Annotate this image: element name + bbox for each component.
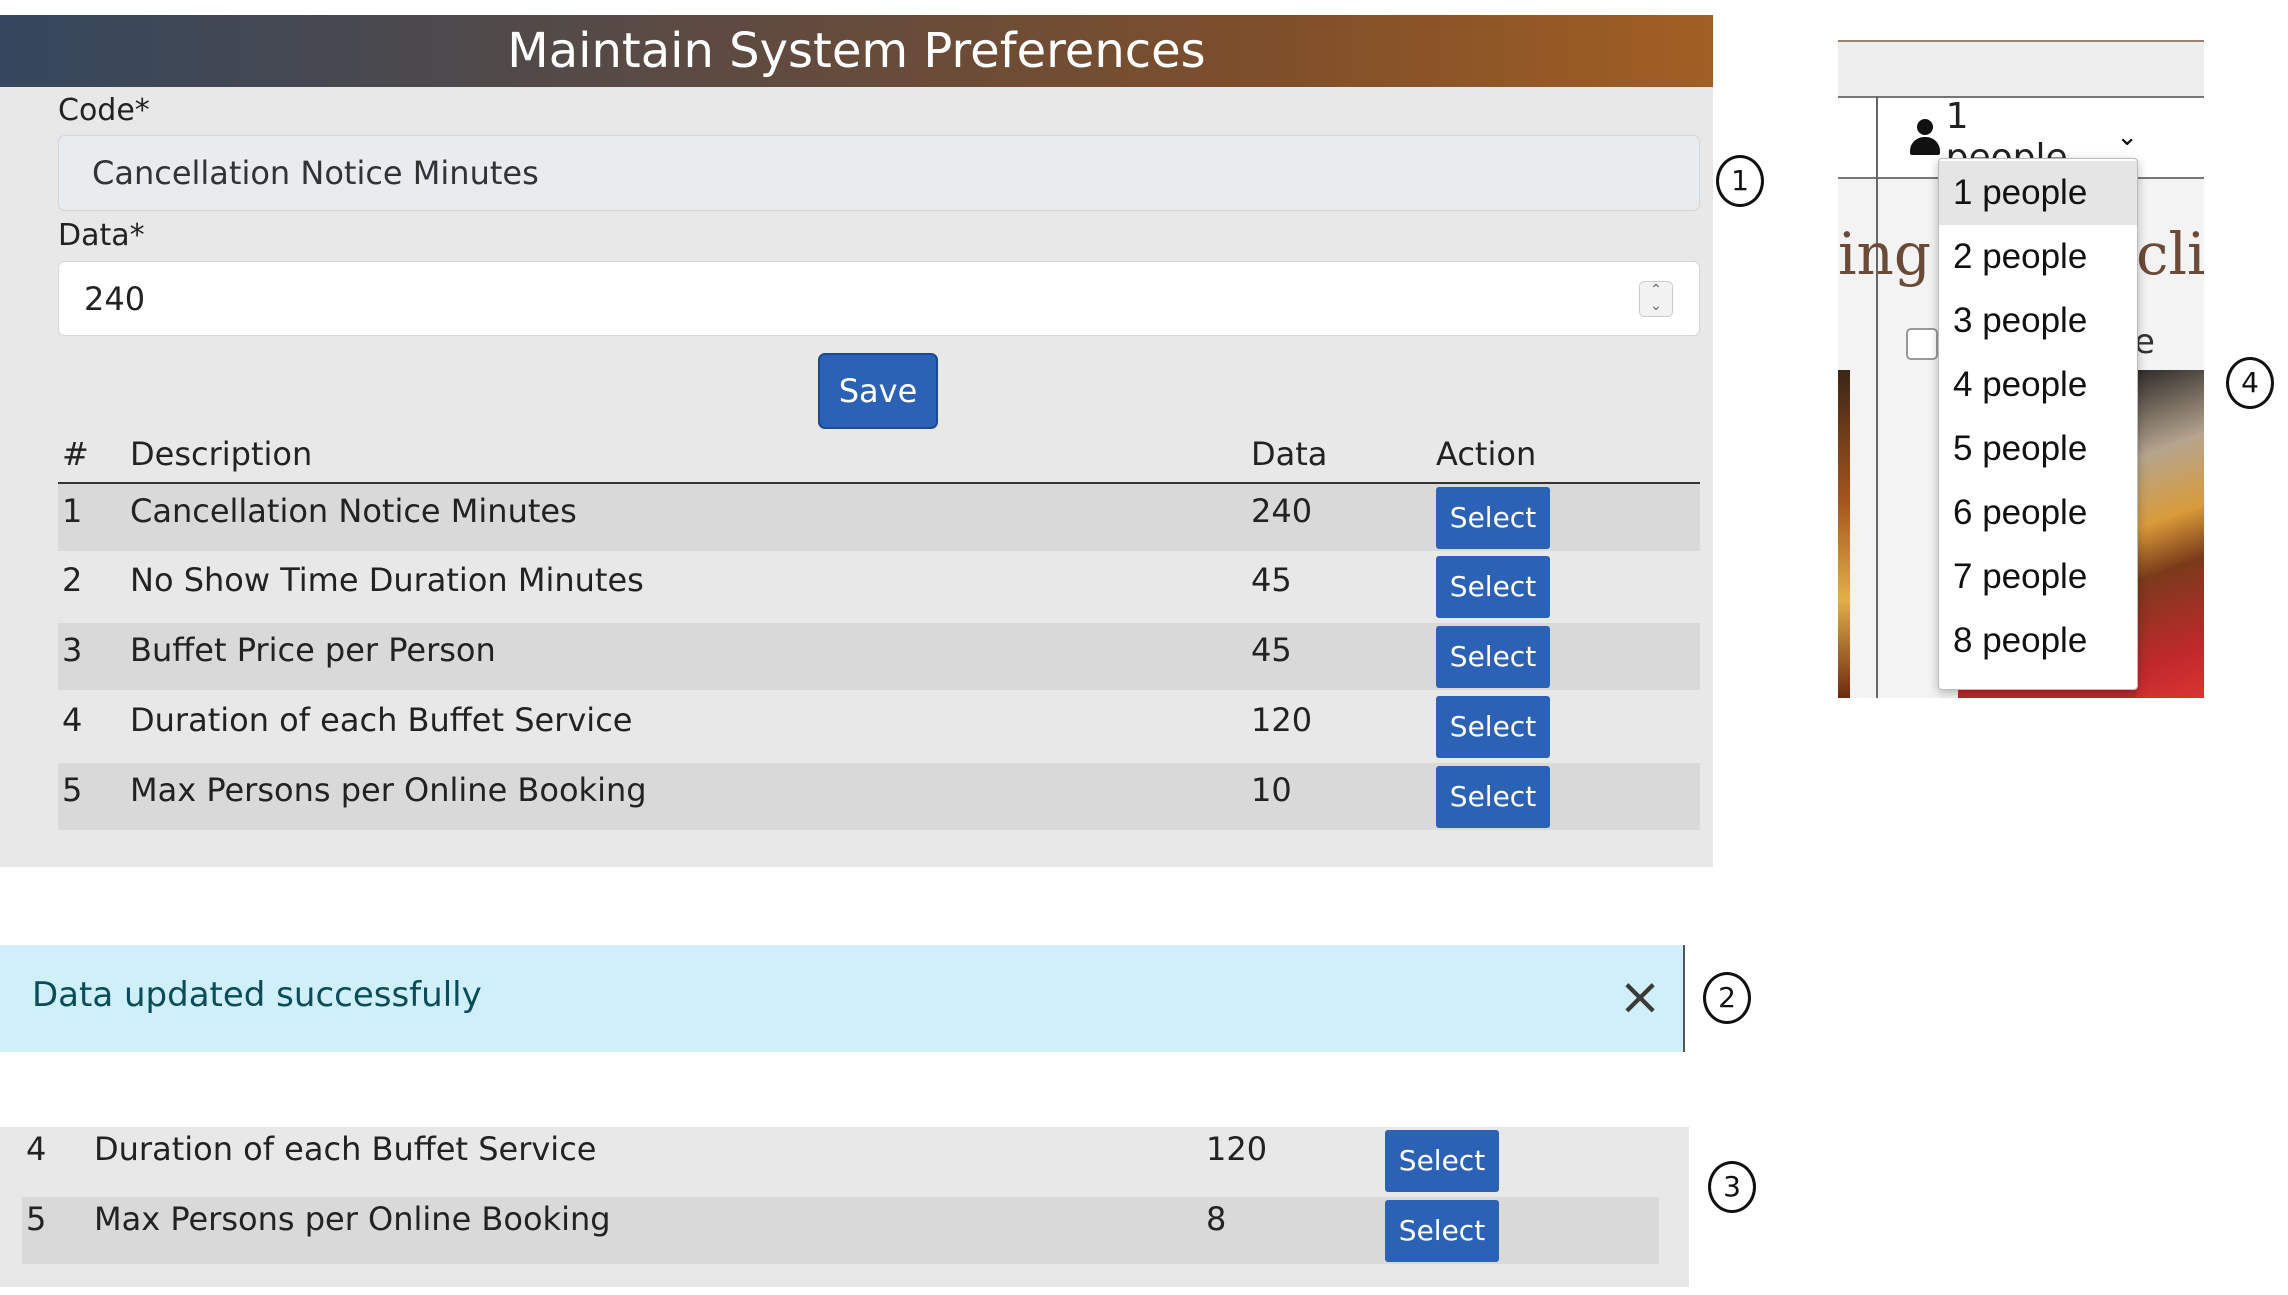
chevron-down-icon: ⌄	[2116, 122, 2138, 152]
food-image	[1838, 370, 1850, 698]
updated-table-excerpt: 4 Duration of each Buffet Service 120 Se…	[0, 1127, 1689, 1287]
dropdown-option[interactable]: 3 people	[1939, 289, 2137, 353]
column-header-action: Action	[1436, 435, 1537, 473]
row-data: 45	[1251, 561, 1292, 599]
preferences-panel: Maintain System Preferences Code* Cancel…	[0, 15, 1713, 867]
row-description: Max Persons per Online Booking	[130, 771, 647, 809]
table-row: 5 Max Persons per Online Booking 10 Sele…	[58, 763, 1700, 830]
select-button[interactable]: Select	[1385, 1130, 1499, 1192]
row-data: 10	[1251, 771, 1292, 809]
row-description: Buffet Price per Person	[130, 631, 496, 669]
data-label: Data*	[58, 218, 145, 253]
table-row: 4 Duration of each Buffet Service 120 Se…	[22, 1127, 1659, 1194]
dropdown-option[interactable]: 4 people	[1939, 353, 2137, 417]
row-number: 1	[62, 492, 83, 530]
data-field-value: 240	[84, 279, 146, 318]
code-field-value: Cancellation Notice Minutes	[92, 154, 539, 192]
row-description: Cancellation Notice Minutes	[130, 492, 577, 530]
number-spinner[interactable]: ⌃ ⌄	[1639, 281, 1673, 317]
code-field[interactable]: Cancellation Notice Minutes	[58, 135, 1700, 211]
page-title: Maintain System Preferences	[0, 15, 1713, 87]
dropdown-option[interactable]: 1 people	[1939, 161, 2137, 225]
close-icon[interactable]: ×	[1610, 967, 1670, 1027]
row-number: 2	[62, 561, 83, 599]
spinner-up-icon[interactable]: ⌃	[1640, 282, 1672, 298]
row-data: 120	[1206, 1130, 1268, 1168]
row-number: 4	[62, 701, 83, 739]
food-image	[2136, 370, 2204, 698]
marker-2: 2	[1703, 972, 1751, 1024]
row-data: 120	[1251, 701, 1313, 739]
dropdown-option[interactable]: 7 people	[1939, 545, 2137, 609]
row-number: 4	[26, 1130, 47, 1168]
table-row: 3 Buffet Price per Person 45 Select	[58, 623, 1700, 690]
marker-1: 1	[1716, 155, 1764, 207]
row-number: 5	[62, 771, 83, 809]
table-row: 1 Cancellation Notice Minutes 240 Select	[58, 484, 1700, 551]
table-row: 4 Duration of each Buffet Service 120 Se…	[58, 693, 1700, 760]
column-header-data: Data	[1251, 435, 1328, 473]
alert-message: Data updated successfully	[32, 975, 482, 1015]
row-number: 3	[62, 631, 83, 669]
top-strip	[1838, 40, 2204, 98]
row-data: 45	[1251, 631, 1292, 669]
dropdown-option[interactable]: 5 people	[1939, 417, 2137, 481]
save-button[interactable]: Save	[818, 353, 938, 429]
divider-line	[1876, 96, 1878, 698]
row-number: 5	[26, 1200, 47, 1238]
row-data: 8	[1206, 1200, 1227, 1238]
column-header-description: Description	[130, 435, 313, 473]
table-row: 2 No Show Time Duration Minutes 45 Selec…	[58, 553, 1700, 620]
row-description: Duration of each Buffet Service	[94, 1130, 597, 1168]
code-label: Code*	[58, 93, 150, 128]
select-button[interactable]: Select	[1436, 556, 1550, 618]
partial-heading-right: clic	[2136, 220, 2204, 288]
row-description: Duration of each Buffet Service	[130, 701, 633, 739]
column-header-number: #	[62, 435, 89, 473]
marker-4: 4	[2226, 357, 2274, 409]
select-button[interactable]: Select	[1385, 1200, 1499, 1262]
select-button[interactable]: Select	[1436, 766, 1550, 828]
marker-3: 3	[1708, 1161, 1756, 1213]
select-button[interactable]: Select	[1436, 487, 1550, 549]
dropdown-option[interactable]: 8 people	[1939, 609, 2137, 673]
data-field[interactable]: 240 ⌃ ⌄	[58, 261, 1700, 336]
person-icon	[1908, 117, 1942, 157]
people-dropdown-menu: 1 people 2 people 3 people 4 people 5 pe…	[1938, 158, 2138, 690]
row-description: No Show Time Duration Minutes	[130, 561, 644, 599]
row-data: 240	[1251, 492, 1313, 530]
spinner-down-icon[interactable]: ⌄	[1640, 298, 1672, 314]
dropdown-option[interactable]: 6 people	[1939, 481, 2137, 545]
dropdown-option[interactable]: 2 people	[1939, 225, 2137, 289]
table-row: 5 Max Persons per Online Booking 8 Selec…	[22, 1197, 1659, 1264]
select-button[interactable]: Select	[1436, 696, 1550, 758]
booking-widget-crop: ing c clic e 1 people ⌄ 1 people 2 peopl…	[1838, 40, 2204, 698]
select-button[interactable]: Select	[1436, 626, 1550, 688]
success-alert: Data updated successfully ×	[0, 945, 1685, 1052]
checkbox[interactable]	[1906, 328, 1938, 360]
row-description: Max Persons per Online Booking	[94, 1200, 611, 1238]
